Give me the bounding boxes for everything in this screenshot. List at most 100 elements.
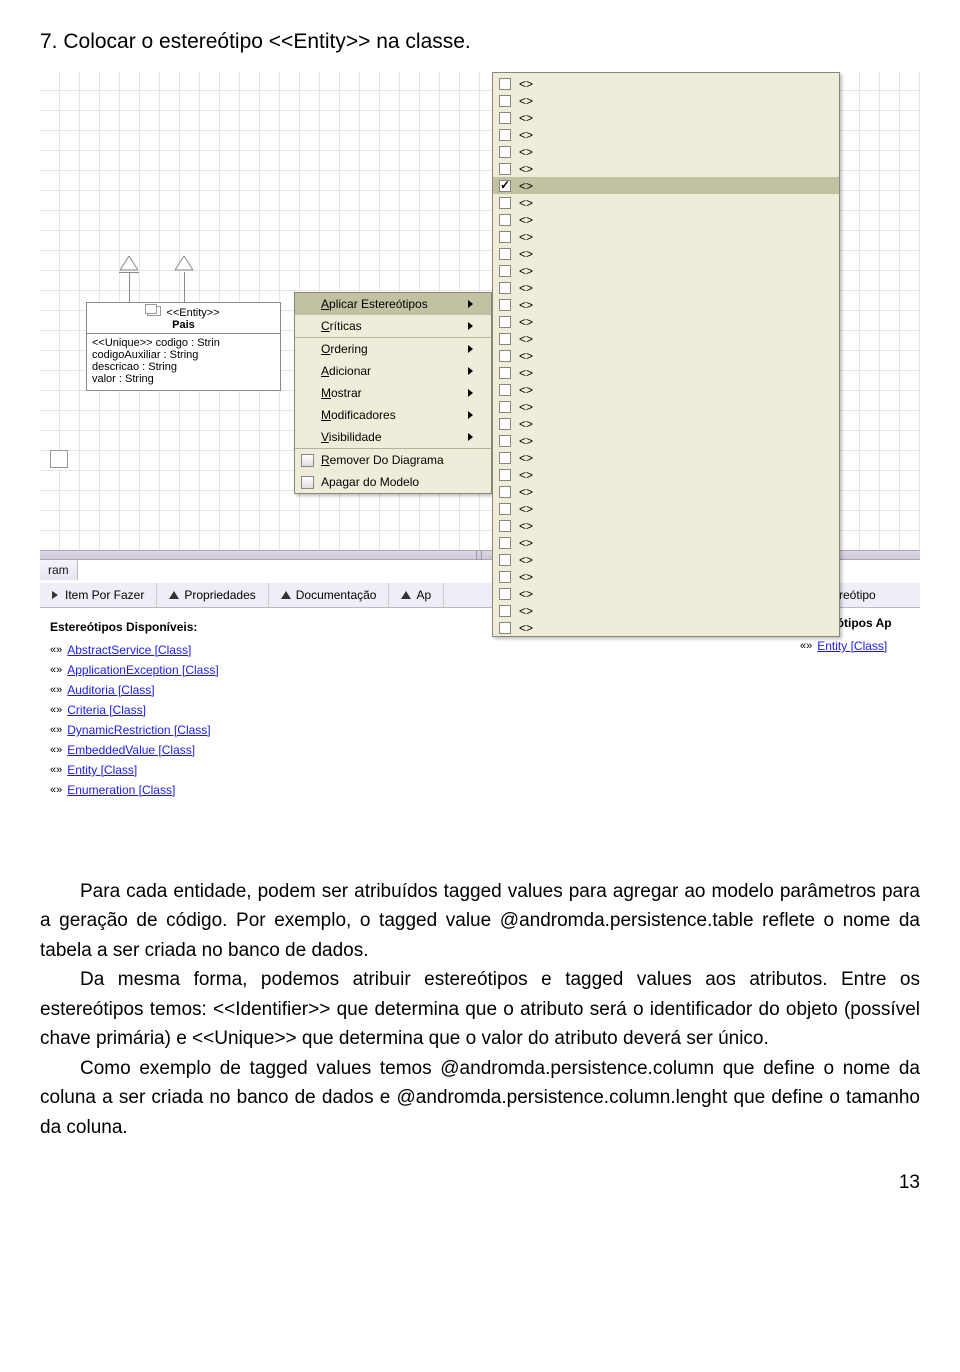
context-menu-item[interactable]: Críticas bbox=[295, 315, 491, 337]
details-panel: Estereótipos Disponíveis: «»AbstractServ… bbox=[40, 612, 920, 800]
available-stereotype-link[interactable]: EmbeddedValue [Class] bbox=[67, 743, 195, 757]
stereotype-option[interactable]: <> bbox=[493, 568, 839, 585]
stereotype-option[interactable]: <> bbox=[493, 585, 839, 602]
menu-item-icon bbox=[301, 454, 314, 467]
context-menu-item[interactable]: Visibilidade bbox=[295, 426, 491, 448]
stereotype-option[interactable]: <> bbox=[493, 245, 839, 262]
stereotype-option[interactable]: <> bbox=[493, 551, 839, 568]
available-stereotype-link[interactable]: Entity [Class] bbox=[67, 763, 137, 777]
screenshot-figure: <<Entity>> Pais <<Unique>> codigo : Stri… bbox=[40, 72, 920, 852]
context-menu-item[interactable]: Mostrar bbox=[295, 382, 491, 404]
stereotype-option-label: <> bbox=[519, 587, 533, 601]
bottom-tab[interactable]: Item Por Fazer bbox=[40, 583, 157, 607]
checkbox-icon bbox=[499, 299, 511, 311]
uml-attribute: codigoAuxiliar : String bbox=[92, 349, 275, 361]
uml-stereotype: <<Entity>> bbox=[166, 307, 219, 319]
stereotype-option[interactable]: <> bbox=[493, 194, 839, 211]
stereotype-option-label: <> bbox=[519, 145, 533, 159]
stereotype-option-label: <> bbox=[519, 315, 533, 329]
stereotype-option[interactable]: <> bbox=[493, 381, 839, 398]
available-stereotype-row[interactable]: «» EmbeddedValue [Class] bbox=[50, 740, 550, 760]
submenu-arrow-icon bbox=[468, 367, 473, 375]
available-stereotype-row[interactable]: «»Auditoria [Class] bbox=[50, 680, 550, 700]
checkbox-icon bbox=[499, 129, 511, 141]
checkbox-icon bbox=[499, 469, 511, 481]
stereotype-option[interactable]: <> bbox=[493, 619, 839, 636]
available-stereotype-row[interactable]: «»Criteria [Class] bbox=[50, 700, 550, 720]
stereotype-option[interactable]: <> bbox=[493, 279, 839, 296]
ram-tab[interactable]: ram bbox=[40, 560, 78, 580]
checkbox-icon bbox=[499, 231, 511, 243]
available-stereotype-row[interactable]: «» Enumeration [Class] bbox=[50, 780, 550, 800]
available-stereotype-link[interactable]: ApplicationException [Class] bbox=[67, 663, 218, 677]
uml-attribute: valor : String bbox=[92, 373, 275, 385]
stereotype-option[interactable]: <> bbox=[493, 160, 839, 177]
uml-attribute: <<Unique>> codigo : Strin bbox=[92, 337, 275, 349]
available-stereotype-link[interactable]: Criteria [Class] bbox=[67, 703, 146, 717]
stereotype-option[interactable]: <> bbox=[493, 466, 839, 483]
context-menu: Aplicar EstereótiposCríticas Ordering Adic… bbox=[294, 292, 492, 494]
stereotype-option[interactable]: <> bbox=[493, 92, 839, 109]
context-menu-item[interactable]: Ordering bbox=[295, 337, 491, 360]
stereotype-option[interactable]: <> bbox=[493, 449, 839, 466]
available-stereotype-link[interactable]: AbstractService [Class] bbox=[67, 643, 191, 657]
checkbox-icon bbox=[499, 401, 511, 413]
interface-lollipop-icon bbox=[50, 450, 68, 468]
stereotype-option[interactable]: <> bbox=[493, 313, 839, 330]
stereotype-option[interactable]: <> bbox=[493, 534, 839, 551]
available-stereotype-row[interactable]: «»AbstractService [Class] bbox=[50, 640, 550, 660]
stereotype-option[interactable]: <> bbox=[493, 109, 839, 126]
stereotype-bullet-icon: «» bbox=[50, 784, 62, 796]
uml-class-box[interactable]: <<Entity>> Pais <<Unique>> codigo : Stri… bbox=[86, 302, 281, 391]
applied-stereotype-row[interactable]: «» Entity [Class] bbox=[800, 636, 910, 656]
stereotype-option[interactable]: <> bbox=[493, 602, 839, 619]
checkbox-icon bbox=[499, 316, 511, 328]
stereotype-option[interactable]: <> bbox=[493, 262, 839, 279]
bottom-tab[interactable]: Ap bbox=[389, 583, 444, 607]
menu-item-label: Ordering bbox=[321, 342, 368, 356]
stereotype-option[interactable]: <> bbox=[493, 75, 839, 92]
stereotype-option[interactable]: <> bbox=[493, 347, 839, 364]
available-stereotype-row[interactable]: «»Entity [Class] bbox=[50, 760, 550, 780]
bottom-tab-label: Ap bbox=[416, 588, 431, 602]
paragraph: Da mesma forma, podemos atribuir estereó… bbox=[40, 965, 920, 1053]
context-menu-item[interactable]: Apagar do Modelo bbox=[295, 471, 491, 493]
stereotype-option[interactable]: <> bbox=[493, 296, 839, 313]
stereotype-option[interactable]: <> bbox=[493, 330, 839, 347]
applied-stereotype-link[interactable]: Entity [Class] bbox=[817, 639, 887, 653]
checkbox-icon bbox=[499, 197, 511, 209]
stereotype-option[interactable]: <> bbox=[493, 228, 839, 245]
stereotype-option[interactable]: <> bbox=[493, 177, 839, 194]
stereotype-option[interactable]: <> bbox=[493, 415, 839, 432]
available-stereotype-row[interactable]: «»ApplicationException [Class] bbox=[50, 660, 550, 680]
checkbox-icon bbox=[499, 282, 511, 294]
stereotype-option[interactable]: <> bbox=[493, 126, 839, 143]
stereotype-option-label: <> bbox=[519, 468, 533, 482]
stereotype-option[interactable]: <> bbox=[493, 483, 839, 500]
triangle-left-icon bbox=[52, 591, 58, 599]
available-stereotype-link[interactable]: Auditoria [Class] bbox=[67, 683, 154, 697]
stereotype-option[interactable]: <> bbox=[493, 398, 839, 415]
menu-item-label: Apagar do Modelo bbox=[321, 475, 419, 489]
context-menu-item[interactable]: Modificadores bbox=[295, 404, 491, 426]
checkbox-icon bbox=[499, 554, 511, 566]
stereotype-option[interactable]: <> bbox=[493, 517, 839, 534]
bottom-tab[interactable]: Documentação bbox=[269, 583, 390, 607]
available-stereotype-link[interactable]: DynamicRestriction [Class] bbox=[67, 723, 210, 737]
stereotype-option[interactable]: <> bbox=[493, 432, 839, 449]
stereotype-option[interactable]: <> bbox=[493, 364, 839, 381]
triangle-up-icon bbox=[169, 591, 179, 599]
uml-attribute: descricao : String bbox=[92, 361, 275, 373]
available-stereotype-link[interactable]: Enumeration [Class] bbox=[67, 783, 175, 797]
stereotype-option[interactable]: <> bbox=[493, 211, 839, 228]
bottom-tab[interactable]: Propriedades bbox=[157, 583, 268, 607]
context-menu-item[interactable]: Adicionar bbox=[295, 360, 491, 382]
stereotype-bullet-icon: «» bbox=[50, 744, 62, 756]
stereotype-option[interactable]: <> bbox=[493, 143, 839, 160]
page-number: 13 bbox=[40, 1172, 920, 1194]
available-stereotype-row[interactable]: «»DynamicRestriction [Class] bbox=[50, 720, 550, 740]
context-menu-item[interactable]: Aplicar Estereótipos bbox=[295, 293, 491, 315]
checkbox-icon bbox=[499, 418, 511, 430]
context-menu-item[interactable]: Remover Do Diagrama bbox=[295, 448, 491, 471]
stereotype-option[interactable]: <> bbox=[493, 500, 839, 517]
